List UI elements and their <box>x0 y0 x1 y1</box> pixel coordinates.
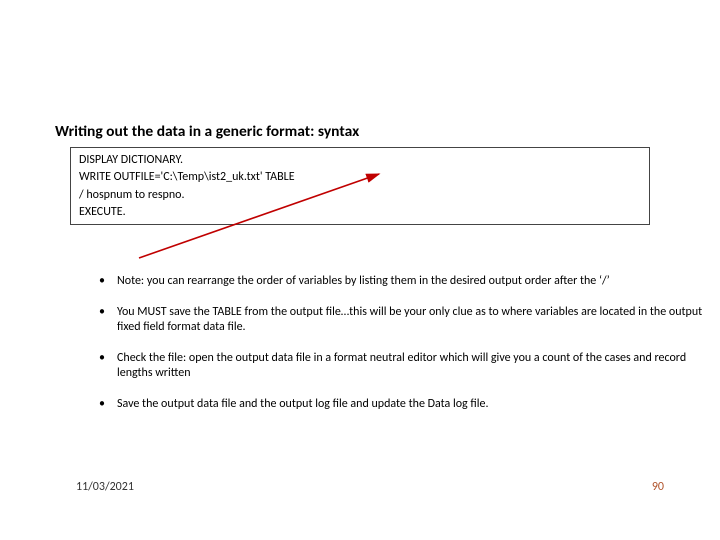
code-line: / hospnum to respno. <box>79 187 641 204</box>
slide: Writing out the data in a generic format… <box>0 0 720 540</box>
list-item: Save the output data file and the output… <box>95 397 710 412</box>
bullet-list: Note: you can rearrange the order of var… <box>55 274 710 428</box>
code-box: DISPLAY DICTIONARY. WRITE OUTFILE='C:\Te… <box>70 147 650 225</box>
footer-page-number: 90 <box>652 480 664 494</box>
list-item: Check the file: open the output data fil… <box>95 351 710 381</box>
code-line: DISPLAY DICTIONARY. <box>79 152 641 169</box>
code-line: WRITE OUTFILE='C:\Temp\ist2_uk.txt' TABL… <box>79 169 641 186</box>
code-line: EXECUTE. <box>79 204 641 221</box>
list-item: You MUST save the TABLE from the output … <box>95 305 710 335</box>
list-item: Note: you can rearrange the order of var… <box>95 274 710 289</box>
page-title: Writing out the data in a generic format… <box>55 122 359 141</box>
footer-date: 11/03/2021 <box>76 480 134 494</box>
